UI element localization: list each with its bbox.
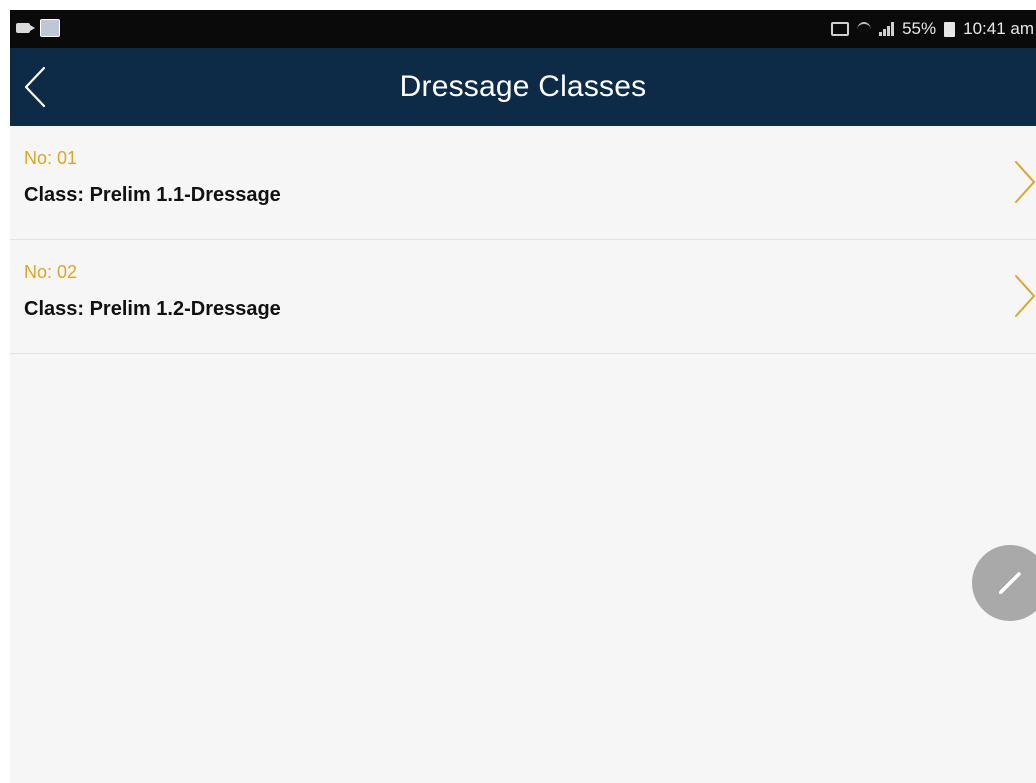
app-screen: 55% 10:41 am Dressage Classes No: 01 Cla… <box>10 10 1036 783</box>
app-header: Dressage Classes <box>10 48 1036 126</box>
chevron-right-icon <box>1015 161 1035 203</box>
signal-icon <box>879 22 895 36</box>
status-right-icons: 55% 10:41 am <box>831 10 1034 48</box>
class-number: No: 02 <box>24 262 78 282</box>
pencil-icon <box>999 572 1021 594</box>
gallery-icon <box>40 19 60 37</box>
battery-icon <box>944 21 956 37</box>
class-list: No: 01 Class: Prelim 1.1-Dressage No: 02… <box>10 126 1036 354</box>
battery-percent: 55% <box>902 19 937 38</box>
edit-button[interactable] <box>972 545 1036 621</box>
class-name: Class: Prelim 1.1-Dressage <box>24 184 281 206</box>
page-title: Dressage Classes <box>399 70 647 103</box>
class-number: No: 01 <box>24 148 78 168</box>
cast-icon <box>831 22 850 36</box>
list-item[interactable]: No: 02 Class: Prelim 1.2-Dressage <box>10 240 1036 354</box>
video-icon <box>16 23 35 33</box>
wifi-icon <box>857 22 872 36</box>
status-time: 10:41 am <box>963 19 1034 38</box>
class-name: Class: Prelim 1.2-Dressage <box>24 298 281 320</box>
status-left-icons <box>16 19 60 37</box>
status-bar: 55% 10:41 am <box>10 10 1036 48</box>
chevron-right-icon <box>1015 275 1035 317</box>
list-item[interactable]: No: 01 Class: Prelim 1.1-Dressage <box>10 126 1036 240</box>
